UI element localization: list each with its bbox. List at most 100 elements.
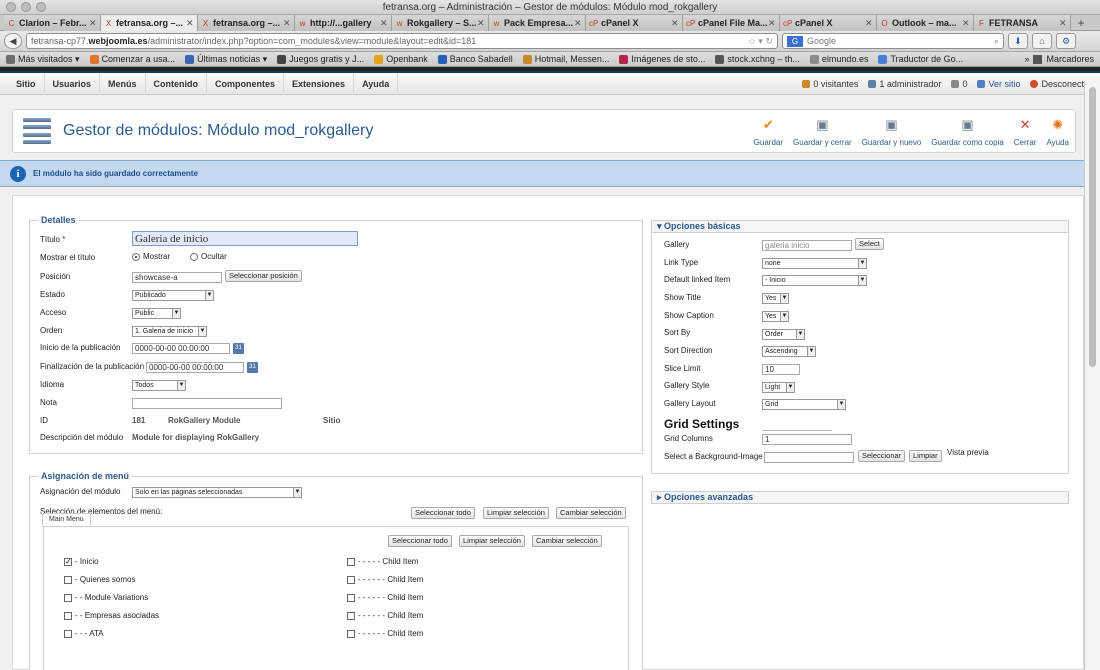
menu-item-checkbox[interactable]: - - - - - - Child Item [347, 611, 423, 620]
tab-close-icon[interactable]: ✕ [477, 18, 485, 29]
close-window-icon[interactable] [6, 2, 16, 12]
bookmark-item[interactable]: Openbank [374, 54, 428, 65]
menu-item-checkbox[interactable]: - - Empresas asociadas [64, 611, 159, 620]
bookmark-item[interactable]: Traductor de Go... [878, 54, 963, 65]
menu-clear-selection-button[interactable]: Limpiar selección [459, 535, 525, 547]
show-title-radio[interactable]: Mostrar [132, 252, 170, 261]
background-image-input[interactable] [764, 452, 854, 463]
new-tab-button[interactable]: + [1071, 15, 1091, 30]
assignment-select[interactable]: Solo en las páginas seleccionadas ▼ [132, 487, 302, 498]
grid-columns-input[interactable] [762, 434, 852, 445]
checked-box-icon[interactable]: ✓ [64, 557, 72, 566]
gallery-style-select[interactable]: Light ▼ [762, 382, 795, 393]
browser-tab[interactable]: w Pack Empresa... ✕ [489, 15, 586, 31]
checkbox-icon[interactable] [64, 611, 72, 620]
bookmark-item[interactable]: Imágenes de sto... [619, 54, 705, 65]
admin-menu-item[interactable]: Menús [100, 72, 146, 95]
page-scrollbar[interactable] [1084, 81, 1100, 670]
basic-options-header[interactable]: ▾ Opciones básicas [651, 220, 1069, 233]
checkbox-icon[interactable] [64, 575, 72, 584]
menu-toggle-selection-button[interactable]: Cambiar selección [532, 535, 602, 547]
hide-title-radio[interactable]: Ocultar [190, 252, 227, 261]
zoom-window-icon[interactable] [36, 2, 46, 12]
browser-tab[interactable]: cP cPanel X ✕ [586, 15, 683, 31]
tab-close-icon[interactable]: ✕ [671, 18, 679, 29]
advanced-options-header[interactable]: ▸ Opciones avanzadas [651, 491, 1069, 504]
show-caption-select[interactable]: Yes ▼ [762, 311, 789, 322]
menu-item-checkbox[interactable]: - - - - - - Child Item [347, 629, 423, 638]
chevron-right-icon[interactable]: » [1024, 54, 1029, 64]
menu-item-checkbox[interactable]: - - - - - Child Item [347, 557, 418, 566]
checkbox-icon[interactable] [64, 593, 72, 602]
back-arrow-icon[interactable]: ◀ [4, 33, 22, 49]
toggle-selection-button[interactable]: Cambiar selección [556, 507, 626, 519]
menu-item-checkbox[interactable]: - - - - - - Child Item [347, 593, 423, 602]
state-select[interactable]: Publicado ▼ [132, 290, 214, 301]
minimize-window-icon[interactable] [21, 2, 31, 12]
tab-main-menu[interactable]: Main Menu [42, 513, 91, 527]
sort-direction-select[interactable]: Ascending ▼ [762, 346, 816, 357]
browser-tab[interactable]: cP cPanel X ✕ [780, 15, 877, 31]
publish-down-input[interactable] [146, 362, 244, 373]
checkbox-icon[interactable] [64, 629, 72, 638]
bookmark-item[interactable]: Últimas noticias ▾ [185, 54, 267, 65]
menu-item-checkbox[interactable]: - - - ATA [64, 629, 104, 638]
messages-status[interactable]: 0 [951, 79, 967, 89]
select-background-button[interactable]: Seleccionar [858, 450, 906, 462]
clear-selection-button[interactable]: Limpiar selección [483, 507, 549, 519]
scrollbar-thumb[interactable] [1089, 87, 1096, 367]
bookmark-item[interactable]: elmundo.es [809, 54, 868, 65]
select-position-button[interactable]: Seleccionar posición [225, 270, 302, 282]
tab-close-icon[interactable]: ✕ [380, 18, 388, 29]
menu-select-all-button[interactable]: Seleccionar todo [388, 535, 452, 547]
browser-tab[interactable]: w http://...gallery ✕ [295, 15, 392, 31]
tab-close-icon[interactable]: ✕ [186, 18, 194, 29]
checkbox-icon[interactable] [347, 593, 355, 602]
access-select[interactable]: Public ▼ [132, 308, 181, 319]
browser-tab[interactable]: C Clarion – Febr... ✕ [4, 15, 101, 31]
calendar-icon[interactable]: 31 [247, 362, 258, 373]
menu-item-checkbox[interactable]: - - Module Variations [64, 593, 148, 602]
browser-tab[interactable]: Xfetransa.org –... ✕ [101, 15, 198, 31]
toolbar-action-button[interactable]: ▣ Guardar y nuevo [862, 115, 922, 147]
browser-tab[interactable]: Xfetransa.org –... ✕ [198, 15, 295, 31]
search-icon[interactable]: ⌕ [994, 36, 999, 47]
select-gallery-button[interactable]: Select [855, 238, 884, 250]
admin-menu-item[interactable]: Sitio [8, 72, 45, 95]
checkbox-icon[interactable] [347, 557, 355, 566]
menu-item-checkbox[interactable]: - Quienes somos [64, 575, 135, 584]
bookmark-item[interactable]: Hotmail, Messen... [522, 54, 609, 65]
bookmark-item[interactable]: Juegos gratis y J... [277, 54, 364, 65]
toolbar-action-button[interactable]: ✔ Guardar [754, 115, 783, 147]
search-box[interactable]: G Google ⌕ [782, 33, 1004, 49]
tab-close-icon[interactable]: ✕ [768, 18, 776, 29]
menu-item-checkbox[interactable]: ✓ - Inicio [64, 557, 99, 566]
browser-tab[interactable]: F FETRANSA ✕ [974, 15, 1071, 31]
admin-menu-item[interactable]: Componentes [207, 72, 285, 95]
checkbox-icon[interactable] [347, 611, 355, 620]
bookmarks-menu[interactable]: » Marcadores [1024, 54, 1094, 64]
admin-menu-item[interactable]: Ayuda [354, 72, 399, 95]
logout-link[interactable]: Desconectar [1030, 79, 1092, 89]
bookmark-item[interactable]: stock.xchng – th... [715, 54, 800, 65]
checkbox-icon[interactable] [347, 575, 355, 584]
toolbar-action-button[interactable]: ▣ Guardar como copia [931, 115, 1003, 147]
show-title-select[interactable]: Yes ▼ [762, 293, 789, 304]
bookmark-item[interactable]: Comenzar a usa... [89, 54, 175, 65]
position-input[interactable] [132, 272, 222, 283]
tab-close-icon[interactable]: ✕ [574, 18, 582, 29]
toolbar-action-button[interactable]: ✕ Cerrar [1014, 115, 1037, 147]
window-controls[interactable] [6, 2, 46, 12]
default-linked-select[interactable]: - Inicio ▼ [762, 275, 867, 286]
select-all-button[interactable]: Seleccionar todo [411, 507, 475, 519]
addon-icon[interactable]: ⚙ [1056, 33, 1076, 49]
bookmark-star-icon[interactable]: ☆ ▾ ↻ [748, 36, 773, 47]
tab-close-icon[interactable]: ✕ [89, 18, 97, 29]
link-type-select[interactable]: none ▼ [762, 258, 867, 269]
tab-close-icon[interactable]: ✕ [962, 18, 970, 29]
tab-close-icon[interactable]: ✕ [1059, 18, 1067, 29]
sort-by-select[interactable]: Order ▼ [762, 329, 805, 340]
toolbar-action-button[interactable]: ✺ Ayuda [1046, 115, 1069, 147]
gallery-layout-select[interactable]: Grid ▼ [762, 399, 846, 410]
menu-item-checkbox[interactable]: - - - - - - Child Item [347, 575, 423, 584]
